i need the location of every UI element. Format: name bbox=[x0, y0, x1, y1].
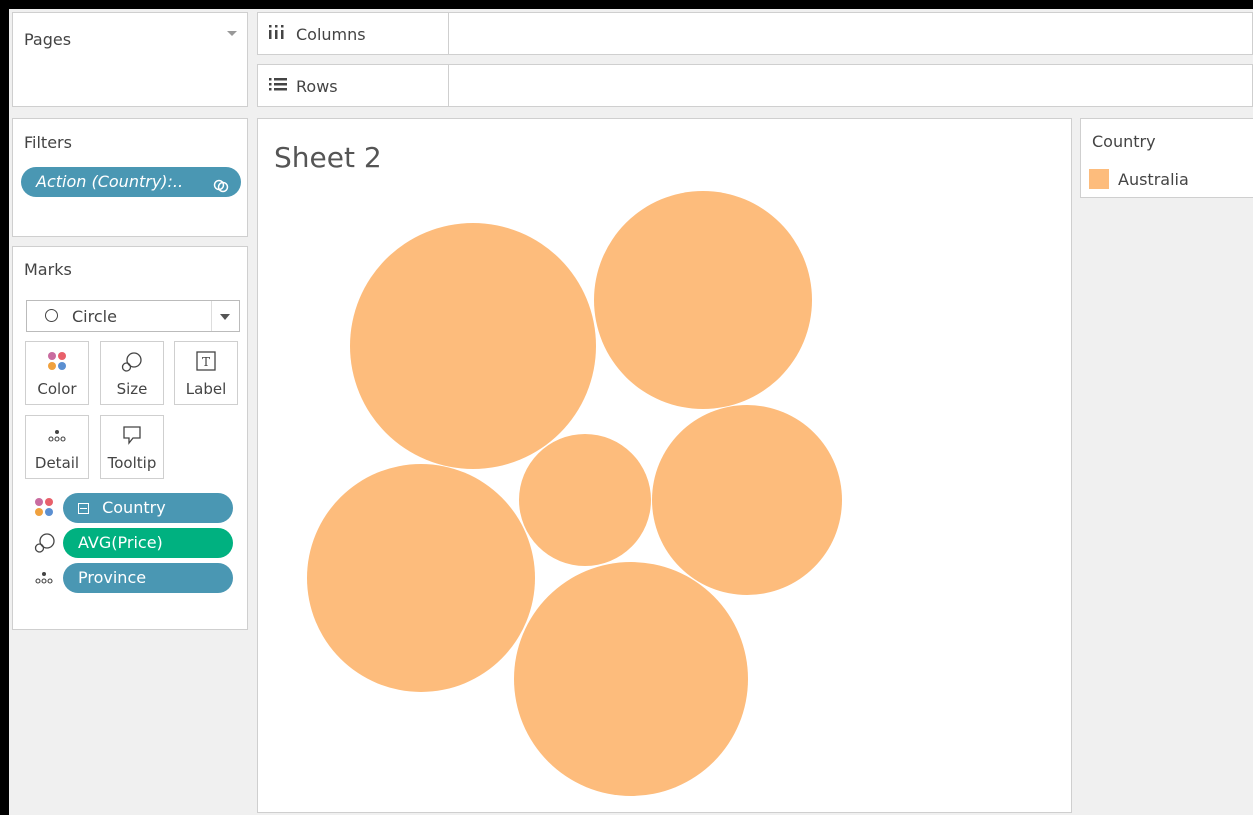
field-pill-country[interactable]: Country bbox=[63, 493, 233, 523]
detail-button-label: Detail bbox=[34, 454, 80, 472]
rows-shelf-divider bbox=[448, 65, 449, 106]
bubble-chart bbox=[307, 191, 842, 796]
field-pill-label: AVG(Price) bbox=[78, 533, 163, 552]
size-icon bbox=[120, 350, 144, 378]
svg-text:T: T bbox=[202, 355, 210, 369]
columns-icon bbox=[268, 23, 288, 45]
filters-card[interactable]: Filters Action (Country):.. bbox=[12, 118, 248, 237]
tooltip-button-label: Tooltip bbox=[107, 454, 157, 472]
pages-dropdown-arrow-icon[interactable] bbox=[227, 31, 237, 36]
chevron-down-icon[interactable] bbox=[220, 314, 230, 320]
color-legend[interactable]: Country Australia bbox=[1080, 118, 1253, 198]
dropdown-separator bbox=[211, 301, 212, 331]
filters-title: Filters bbox=[24, 133, 72, 152]
filter-pill-action-country[interactable]: Action (Country):.. bbox=[21, 167, 241, 197]
bubble-mark[interactable] bbox=[307, 464, 535, 692]
field-pill-label: Country bbox=[102, 498, 166, 517]
rows-label: Rows bbox=[296, 77, 338, 96]
marks-card: Marks Circle Color Size T Label Detail T… bbox=[12, 246, 248, 630]
field-pill-label: Province bbox=[78, 568, 147, 587]
legend-swatch-australia[interactable] bbox=[1089, 169, 1109, 189]
linked-filter-icon bbox=[213, 174, 229, 204]
rows-shelf[interactable]: Rows bbox=[257, 64, 1253, 107]
frame-left-border bbox=[0, 0, 9, 815]
label-button[interactable]: T Label bbox=[174, 341, 238, 405]
tooltip-icon bbox=[121, 424, 143, 450]
bubble-mark[interactable] bbox=[514, 562, 748, 796]
columns-shelf[interactable]: Columns bbox=[257, 12, 1253, 55]
bubble-mark[interactable] bbox=[594, 191, 812, 409]
view-canvas[interactable]: Sheet 2 bbox=[257, 118, 1072, 813]
size-button-label: Size bbox=[116, 380, 148, 398]
color-icon bbox=[46, 350, 68, 376]
legend-title: Country bbox=[1092, 132, 1156, 151]
bubble-mark[interactable] bbox=[519, 434, 651, 566]
size-field-icon bbox=[33, 531, 57, 559]
label-button-label: Label bbox=[185, 380, 227, 398]
collapse-icon bbox=[78, 503, 89, 514]
size-button[interactable]: Size bbox=[100, 341, 164, 405]
tooltip-button[interactable]: Tooltip bbox=[100, 415, 164, 479]
field-pill-province[interactable]: Province bbox=[63, 563, 233, 593]
columns-label: Columns bbox=[296, 25, 366, 44]
pages-card[interactable]: Pages bbox=[12, 12, 248, 107]
color-field-icon bbox=[33, 496, 55, 522]
detail-button[interactable]: Detail bbox=[25, 415, 89, 479]
detail-icon bbox=[46, 424, 68, 450]
bubble-mark[interactable] bbox=[652, 405, 842, 595]
color-button-label: Color bbox=[37, 380, 77, 398]
columns-shelf-divider bbox=[448, 13, 449, 54]
text-label-icon: T bbox=[195, 350, 217, 376]
mark-type-value: Circle bbox=[72, 307, 117, 326]
mark-type-dropdown[interactable]: Circle bbox=[26, 300, 240, 332]
color-button[interactable]: Color bbox=[25, 341, 89, 405]
legend-label-australia[interactable]: Australia bbox=[1118, 170, 1189, 189]
rows-icon bbox=[268, 75, 288, 97]
filter-pill-label: Action (Country):.. bbox=[36, 172, 184, 191]
pages-title: Pages bbox=[24, 30, 72, 49]
detail-field-icon bbox=[33, 566, 55, 592]
workspace: Pages Columns Rows Filters Action (Count… bbox=[9, 9, 1253, 815]
marks-title: Marks bbox=[24, 260, 72, 279]
field-pill-avg-price[interactable]: AVG(Price) bbox=[63, 528, 233, 558]
frame-top-border bbox=[0, 0, 1253, 9]
bubble-mark[interactable] bbox=[350, 223, 596, 469]
circle-mark-icon bbox=[45, 309, 58, 322]
